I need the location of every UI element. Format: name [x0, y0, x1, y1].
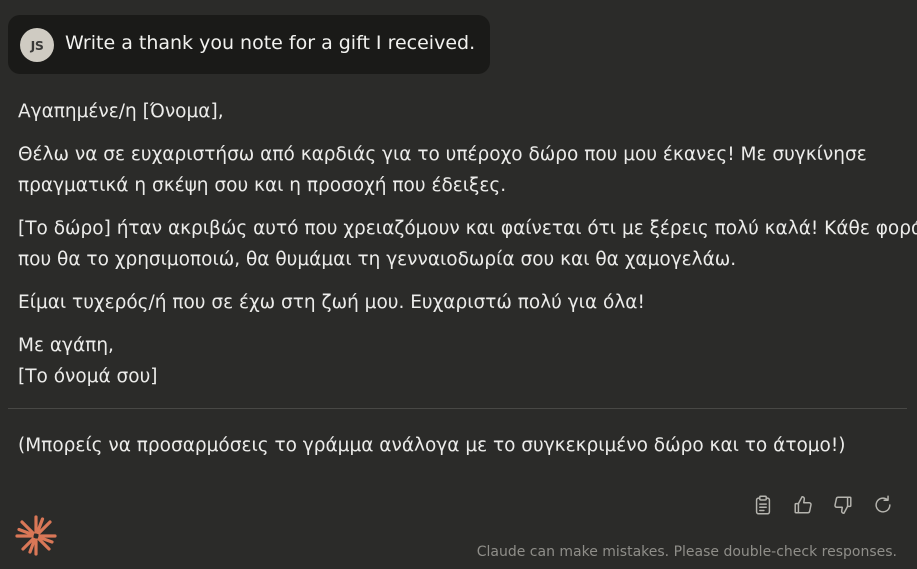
disclaimer-text: Claude can make mistakes. Please double-…: [476, 544, 897, 560]
closing-text: Με αγάπη,: [18, 335, 114, 356]
paragraph-3: Είμαι τυχερός/ή που σε έχω στη ζωή μου. …: [18, 287, 888, 318]
response-divider: [8, 408, 907, 409]
thumbs-up-button[interactable]: [792, 493, 814, 517]
greeting: Αγαπημένε/η [Όνομα],: [18, 96, 888, 127]
user-message-bubble: JS Write a thank you note for a gift I r…: [8, 15, 490, 74]
paragraph-3-text: Είμαι τυχερός/ή που σε έχω στη ζωή μου. …: [18, 292, 645, 313]
paragraph-2: [Το δώρο] ήταν ακριβώς αυτό που χρειαζόμ…: [18, 213, 917, 275]
retry-icon: [875, 495, 891, 513]
response-footnote: (Μπορείς να προσαρμόσεις το γράμμα ανάλο…: [18, 435, 846, 456]
user-message-text: Write a thank you note for a gift I rece…: [65, 32, 476, 54]
message-actions: [752, 493, 894, 517]
thumbs-down-icon: [834, 496, 852, 514]
paragraph-2-line-2: που θα το χρησιμοποιώ, θα θυμάμαι τη γεν…: [18, 249, 737, 270]
thumbs-up-icon: [794, 496, 812, 514]
sign-off: Με αγάπη, [Το όνομά σου]: [18, 330, 888, 392]
retry-button[interactable]: [872, 493, 894, 517]
signature-text: [Το όνομά σου]: [18, 366, 158, 387]
paragraph-2-line-1: [Το δώρο] ήταν ακριβώς αυτό που χρειαζόμ…: [18, 218, 917, 239]
claude-spark-icon: [15, 515, 57, 556]
thumbs-down-button[interactable]: [832, 493, 854, 517]
assistant-response: Αγαπημένε/η [Όνομα], Θέλω να σε ευχαριστ…: [18, 96, 917, 404]
avatar[interactable]: JS: [20, 28, 54, 62]
paragraph-1-line-2: πραγματικά η σκέψη σου και η προσοχή που…: [18, 175, 507, 196]
paragraph-1-line-1: Θέλω να σε ευχαριστήσω από καρδιάς για τ…: [18, 144, 867, 165]
greeting-text: Αγαπημένε/η [Όνομα],: [18, 101, 224, 122]
copy-button[interactable]: [752, 493, 774, 517]
paragraph-1: Θέλω να σε ευχαριστήσω από καρδιάς για τ…: [18, 139, 888, 201]
clipboard-icon: [755, 495, 771, 515]
